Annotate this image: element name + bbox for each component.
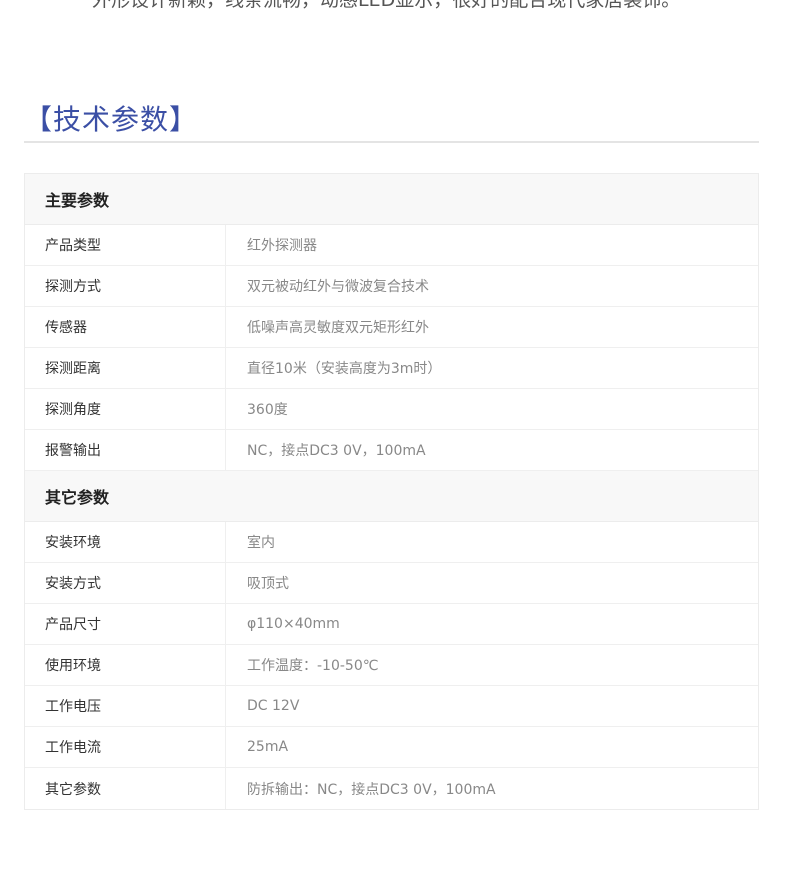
table-row: 探测距离 直径10米（安装高度为3m时） — [25, 348, 758, 389]
table-row: 安装环境 室内 — [25, 522, 758, 563]
row-label: 报警输出 — [25, 430, 226, 470]
row-value: 红外探测器 — [247, 238, 317, 254]
row-value: φ110×40mm — [247, 616, 340, 632]
row-label: 探测角度 — [25, 389, 226, 429]
row-label: 安装方式 — [25, 563, 226, 603]
row-value: 室内 — [247, 535, 275, 551]
row-label: 探测方式 — [25, 266, 226, 306]
row-value: 360度 — [247, 402, 288, 418]
row-value: 防拆输出：NC，接点DC3 0V，100mA — [247, 781, 496, 798]
intro-feature-text: 外形设计新颖，线条流畅，动感LED显示，很好的配合现代家居装饰。 — [92, 0, 681, 11]
row-label: 探测距离 — [25, 348, 226, 388]
group-header-other: 其它参数 — [25, 471, 758, 522]
row-value: NC，接点DC3 0V，100mA — [247, 443, 426, 459]
table-row: 使用环境 工作温度：-10-50℃ — [25, 645, 758, 686]
row-label: 其它参数 — [25, 768, 226, 809]
row-label: 使用环境 — [25, 645, 226, 685]
row-label: 传感器 — [25, 307, 226, 347]
table-row: 产品类型 红外探测器 — [25, 225, 758, 266]
row-label: 产品类型 — [25, 225, 226, 265]
table-row: 产品尺寸 φ110×40mm — [25, 604, 758, 645]
table-row: 探测角度 360度 — [25, 389, 758, 430]
row-value: DC 12V — [247, 698, 300, 714]
row-value: 低噪声高灵敏度双元矩形红外 — [247, 320, 429, 336]
group-header-main: 主要参数 — [25, 174, 758, 225]
row-label: 安装环境 — [25, 522, 226, 562]
row-value: 25mA — [247, 739, 289, 755]
table-row: 报警输出 NC，接点DC3 0V，100mA — [25, 430, 758, 471]
row-label: 工作电流 — [25, 727, 226, 767]
row-value: 直径10米（安装高度为3m时） — [247, 361, 442, 377]
row-label: 工作电压 — [25, 686, 226, 726]
table-row: 工作电压 DC 12V — [25, 686, 758, 727]
section-title: 【技术参数】 — [24, 103, 199, 136]
row-value: 工作温度：-10-50℃ — [247, 658, 379, 674]
table-row: 其它参数 防拆输出：NC，接点DC3 0V，100mA — [25, 768, 758, 809]
row-value: 双元被动红外与微波复合技术 — [247, 279, 429, 295]
spec-table: 主要参数 产品类型 红外探测器 探测方式 双元被动红外与微波复合技术 传感器 低… — [24, 173, 759, 810]
table-row: 工作电流 25mA — [25, 727, 758, 768]
row-value: 吸顶式 — [247, 576, 289, 592]
row-label: 产品尺寸 — [25, 604, 226, 644]
table-row: 探测方式 双元被动红外与微波复合技术 — [25, 266, 758, 307]
table-row: 安装方式 吸顶式 — [25, 563, 758, 604]
section-divider — [24, 141, 759, 143]
table-row: 传感器 低噪声高灵敏度双元矩形红外 — [25, 307, 758, 348]
